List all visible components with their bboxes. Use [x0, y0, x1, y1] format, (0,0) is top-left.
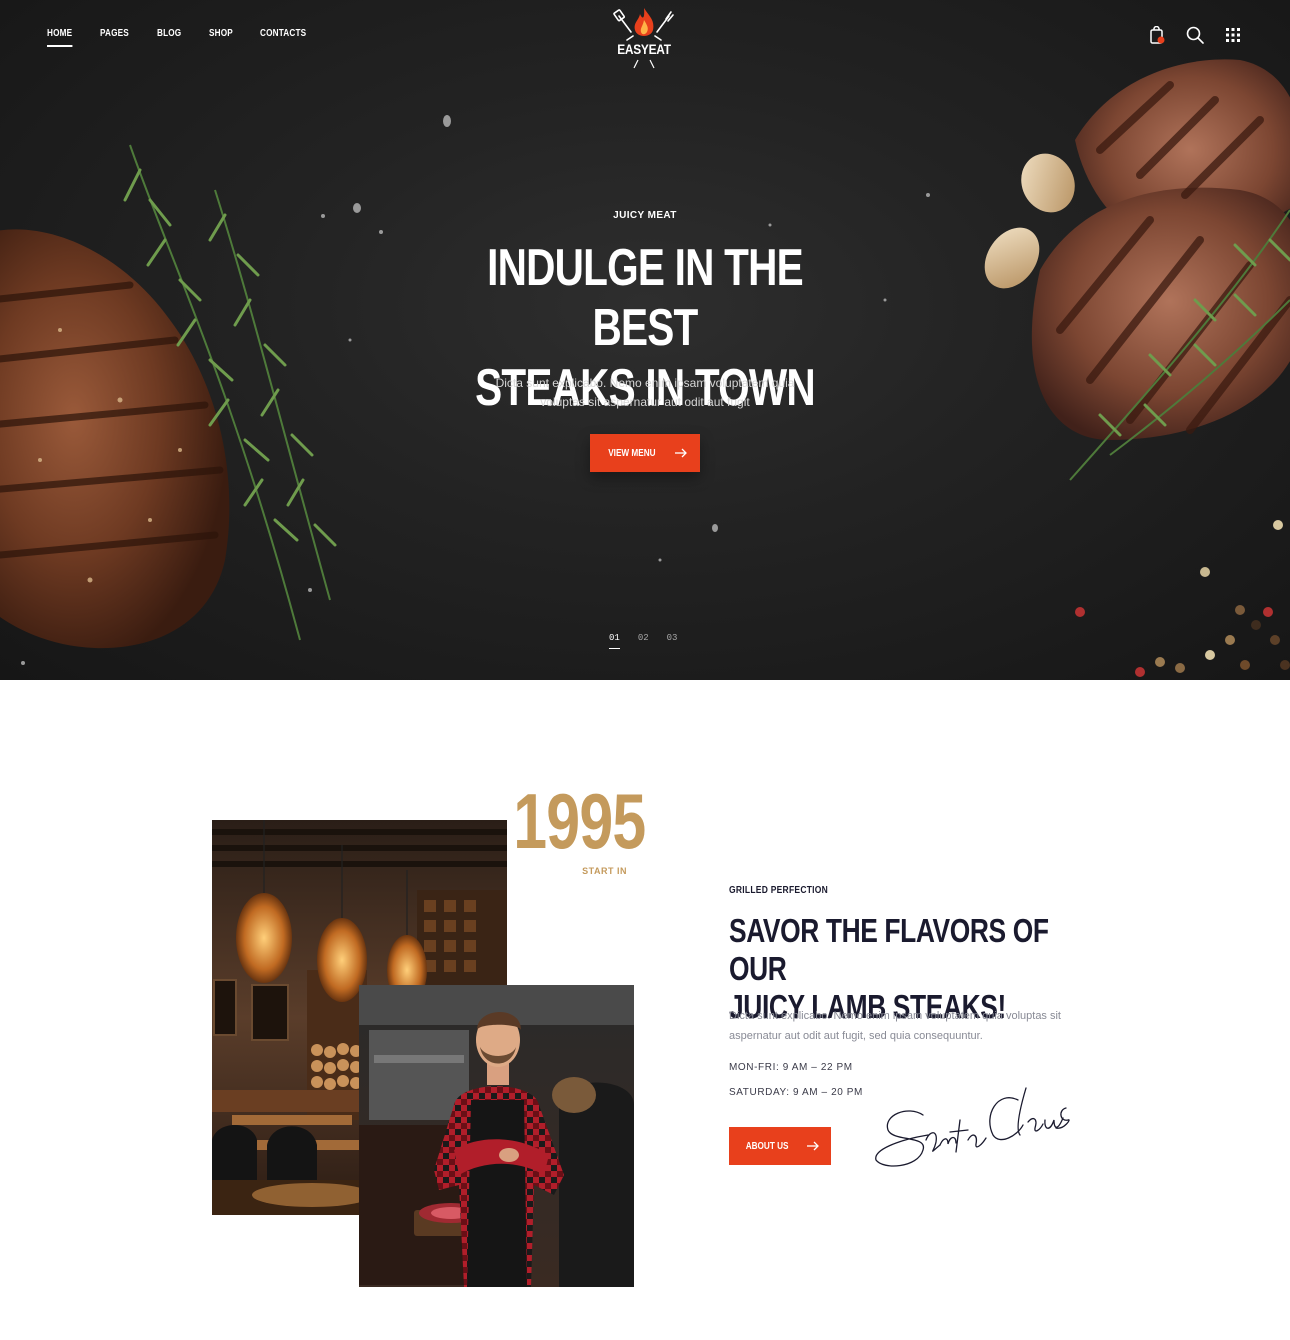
hours-saturday: SATURDAY: 9 AM – 20 PM — [729, 1087, 863, 1098]
logo-text: EASYEAT — [617, 41, 671, 57]
hero-section: HOME PAGES BLOG SHOP CONTACTS EASYEAT JU… — [0, 0, 1290, 680]
slide-dot-1[interactable]: 01 — [609, 633, 620, 649]
main-nav: HOME PAGES BLOG SHOP CONTACTS — [47, 28, 338, 47]
slider-pagination: 01 02 03 — [609, 633, 678, 649]
chef-photo — [359, 985, 634, 1287]
slide-dot-2[interactable]: 02 — [638, 633, 649, 643]
founded-year: 1995 — [513, 777, 646, 865]
about-description: Dicta sunt explicabo. Nemo enim ipsam vo… — [729, 1010, 1061, 1042]
view-menu-label: VIEW MENU — [608, 447, 656, 459]
about-eyebrow: GRILLED PERFECTION — [729, 885, 829, 896]
arrow-right-icon — [674, 448, 687, 458]
logo-utensils-icon — [633, 59, 655, 69]
nav-blog[interactable]: BLOG — [157, 28, 181, 39]
signature-image — [875, 1087, 1070, 1167]
grid-menu-icon[interactable] — [1224, 26, 1242, 44]
hero-eyebrow: JUICY MEAT — [613, 210, 677, 221]
header-icons — [1148, 25, 1242, 44]
about-us-label: ABOUT US — [745, 1140, 789, 1152]
nav-home[interactable]: HOME — [47, 28, 73, 47]
arrow-right-icon — [807, 1141, 820, 1151]
about-us-button[interactable]: ABOUT US — [729, 1127, 831, 1165]
view-menu-button[interactable]: VIEW MENU — [590, 434, 700, 472]
founded-caption: START IN — [582, 866, 627, 876]
slide-dot-3[interactable]: 03 — [667, 633, 678, 643]
hours-weekday: MON-FRI: 9 AM – 22 PM — [729, 1062, 853, 1073]
flame-logo-icon — [613, 8, 674, 41]
hero-subtitle: Dicta sunt explicabo. Nemo enim ipsam vo… — [470, 374, 820, 412]
nav-shop[interactable]: SHOP — [209, 28, 233, 39]
search-icon[interactable] — [1186, 26, 1204, 44]
site-logo[interactable]: EASYEAT — [611, 6, 677, 69]
cart-icon[interactable] — [1148, 25, 1166, 44]
nav-contacts[interactable]: CONTACTS — [260, 28, 306, 39]
hero-title-line1: INDULGE IN THE BEST — [487, 239, 804, 357]
about-title-line1: SAVOR THE FLAVORS OF OUR — [729, 912, 1049, 987]
nav-pages[interactable]: PAGES — [100, 28, 129, 39]
hero-subtitle-line2: voluptas sit aspernatur aut odit aut fug… — [540, 395, 750, 409]
hero-subtitle-line1: Dicta sunt explicabo. Nemo enim ipsam vo… — [495, 376, 795, 390]
